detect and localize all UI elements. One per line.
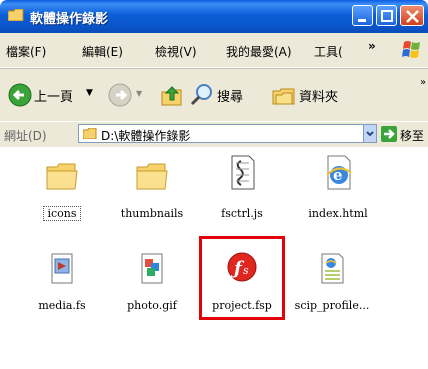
minimize-icon: [358, 19, 366, 22]
forward-arrow-icon: [108, 83, 132, 107]
search-label: 搜尋: [217, 90, 244, 105]
go-arrow-icon[interactable]: [381, 126, 397, 142]
maximize-icon: [381, 10, 393, 22]
file-item-thumbnails[interactable]: thumbnails: [112, 159, 192, 229]
file-name: index.html: [308, 207, 368, 220]
address-dropdown-button[interactable]: [363, 124, 377, 143]
window-title: 軟體操作錄影: [30, 12, 109, 27]
menu-favorites[interactable]: 我的最愛(A): [226, 43, 292, 60]
file-name: icons: [43, 206, 81, 221]
highlight-box: [199, 236, 285, 320]
minimize-button[interactable]: [352, 5, 373, 26]
file-name: fsctrl.js: [221, 207, 263, 220]
folder-icon: [46, 163, 78, 190]
maximize-button[interactable]: [376, 5, 397, 26]
menu-bar: 檔案(F) 編輯(E) 檢視(V) 我的最愛(A) 工具( »: [0, 33, 428, 68]
folders-icon: [272, 88, 295, 105]
file-item-scip-profile[interactable]: scip_profile...: [292, 251, 372, 321]
address-label: 網址(D): [4, 129, 47, 143]
xml-file-icon: [321, 253, 344, 284]
go-label[interactable]: 移至: [400, 127, 424, 144]
ie-html-icon: e: [326, 155, 352, 190]
file-item-index-html[interactable]: e index.html: [298, 155, 378, 225]
title-bar[interactable]: 軟體操作錄影: [0, 0, 428, 33]
windows-logo-icon: [398, 37, 426, 63]
script-file-icon: [231, 155, 255, 190]
search-icon: [190, 84, 212, 106]
file-item-media-fs[interactable]: media.fs: [22, 251, 102, 321]
file-name: thumbnails: [120, 207, 184, 220]
close-button[interactable]: [400, 5, 424, 26]
file-name: photo.gif: [127, 299, 177, 312]
file-item-fsctrl[interactable]: fsctrl.js: [202, 155, 282, 225]
menu-tools[interactable]: 工具(: [314, 43, 343, 60]
chevron-down-icon: [366, 131, 374, 137]
folder-icon: [8, 9, 24, 21]
forward-button[interactable]: ▼: [108, 83, 148, 107]
address-bar: 網址(D) D:\軟體操作錄影 移至: [0, 121, 428, 148]
search-button[interactable]: 搜尋: [190, 83, 260, 107]
folder-icon: [83, 128, 97, 139]
file-item-photo-gif[interactable]: photo.gif: [112, 251, 192, 321]
folder-icon: [136, 163, 168, 190]
image-file-icon: [141, 253, 163, 284]
up-folder-icon[interactable]: [160, 83, 184, 107]
menu-file[interactable]: 檔案(F): [6, 43, 46, 60]
back-label: 上一頁: [34, 90, 74, 105]
forward-dropdown-icon[interactable]: ▼: [136, 89, 142, 98]
toolbar-overflow-chevron[interactable]: »: [420, 77, 426, 88]
file-name: scip_profile...: [294, 299, 370, 312]
toolbar: 上一頁 ▼ ▼ 搜尋 資料夾 »: [0, 68, 428, 121]
file-item-icons[interactable]: icons: [22, 159, 102, 229]
folders-button[interactable]: 資料夾: [272, 83, 362, 107]
folders-label: 資料夾: [299, 90, 339, 105]
menu-view[interactable]: 檢視(V): [155, 43, 197, 60]
file-name: media.fs: [38, 299, 86, 312]
address-path: D:\軟體操作錄影: [101, 129, 191, 143]
address-input[interactable]: D:\軟體操作錄影: [78, 124, 377, 143]
back-button[interactable]: 上一頁 ▼: [8, 83, 93, 107]
menu-edit[interactable]: 編輯(E): [82, 43, 123, 60]
menu-overflow-chevron[interactable]: »: [368, 39, 376, 53]
back-arrow-icon: [8, 83, 32, 107]
media-file-icon: [51, 253, 73, 284]
back-dropdown-icon[interactable]: ▼: [86, 88, 93, 98]
close-icon: [406, 10, 419, 23]
